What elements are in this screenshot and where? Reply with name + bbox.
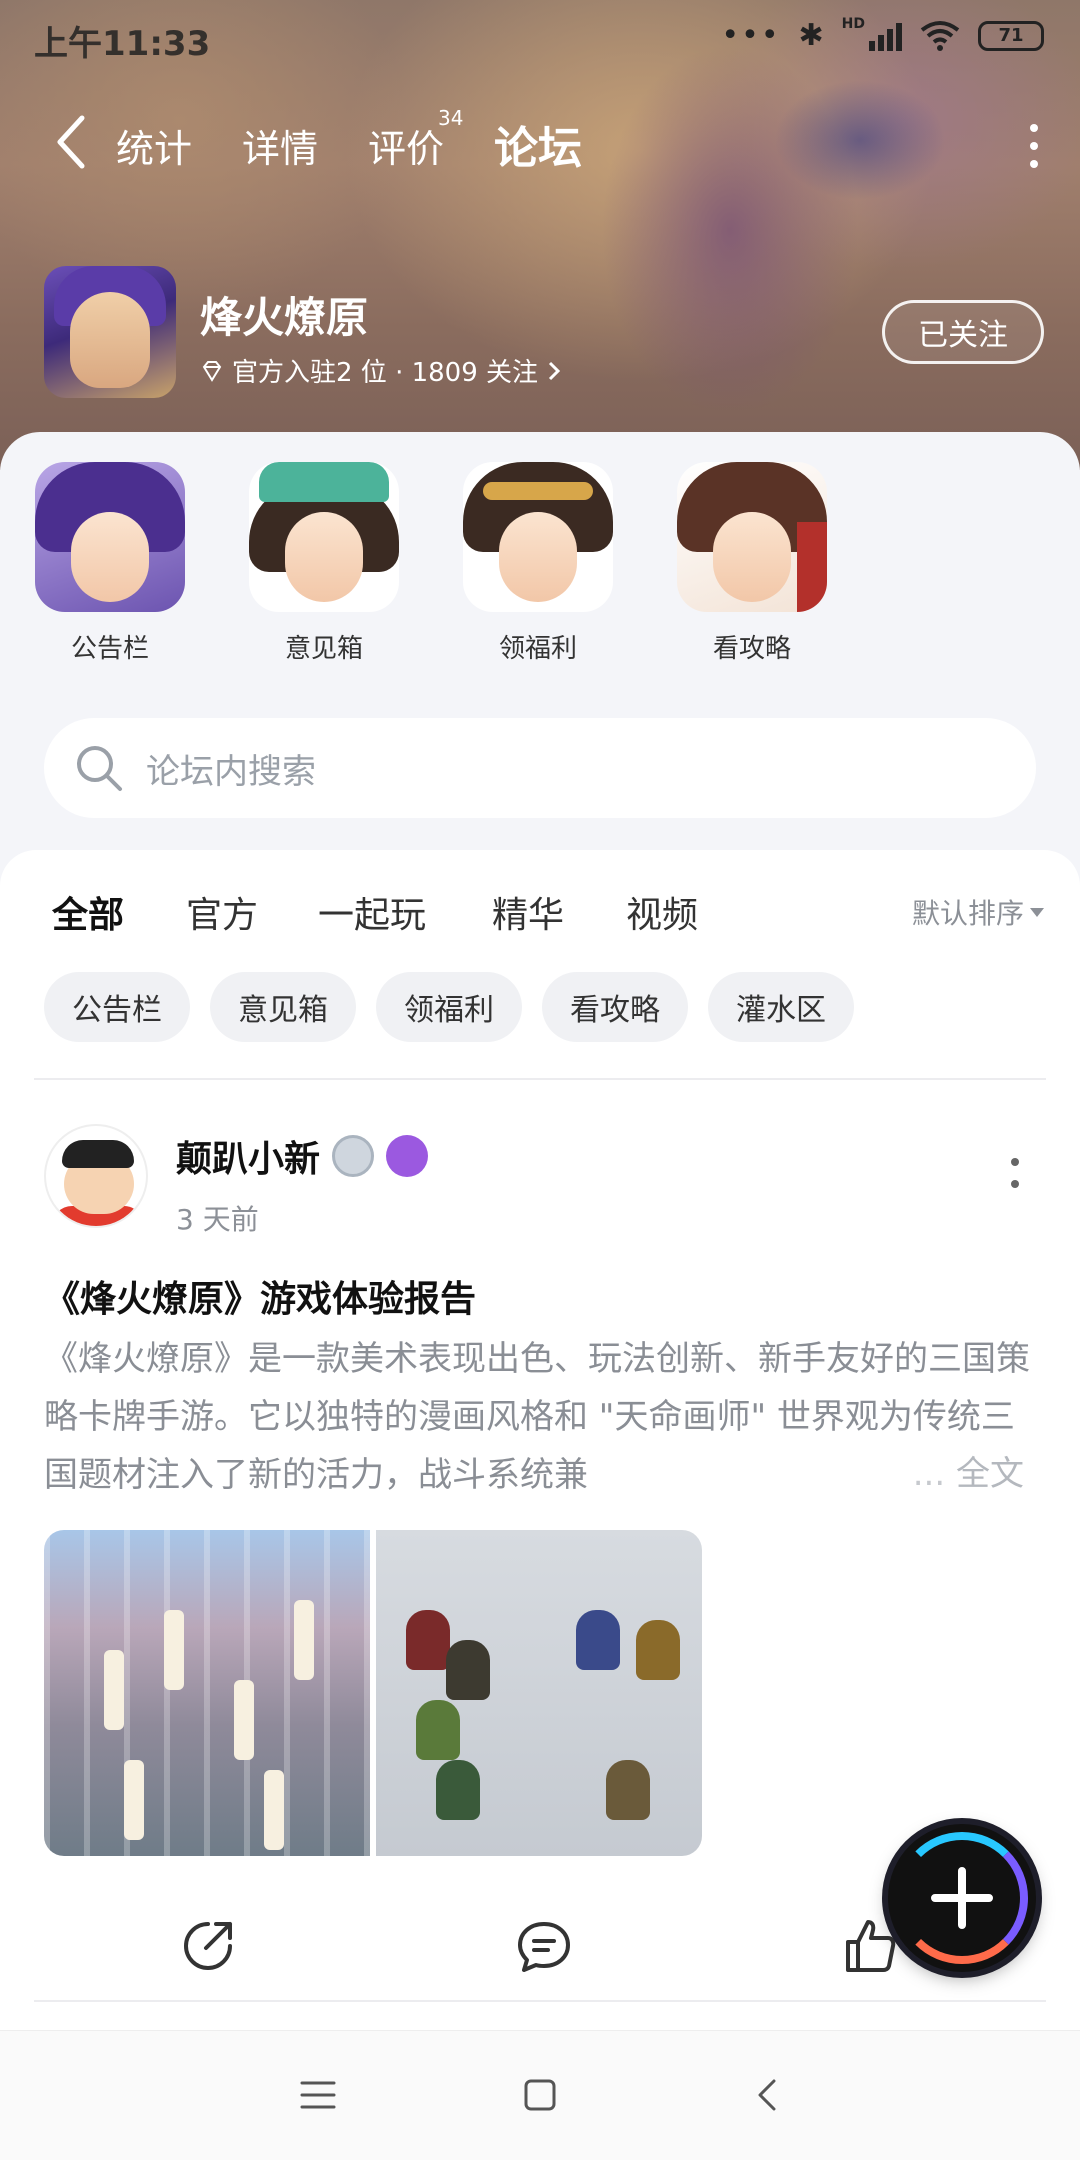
feed-tab-label: 全部 <box>52 895 125 936</box>
ellipsis: ... <box>912 1454 946 1494</box>
diamond-icon <box>202 360 222 382</box>
post-time: 3 天前 <box>176 1203 259 1236</box>
search-placeholder: 论坛内搜索 <box>146 751 316 792</box>
back-arrow-icon[interactable] <box>48 112 98 172</box>
top-nav: 统计 详情 评价 34 论坛 <box>0 100 1080 190</box>
header-banner: 上午11:33 ••• ✱ HD 71 统计 详情 评价 34 论坛 烽火燎原 … <box>0 0 1080 470</box>
game-icon[interactable] <box>44 266 176 398</box>
gamer-badge-icon <box>386 1135 429 1177</box>
quick-link-label: 公告栏 <box>70 634 149 664</box>
status-bar: 上午11:33 ••• ✱ HD 71 <box>0 0 1080 76</box>
back-icon[interactable] <box>748 2075 788 2115</box>
announcements-avatar <box>35 462 185 612</box>
status-icons: ••• ✱ HD 71 <box>721 15 1044 53</box>
chip-announcements[interactable]: 公告栏 <box>44 972 190 1042</box>
post-image-city[interactable] <box>44 1530 370 1856</box>
bluetooth-icon: ✱ <box>798 18 824 53</box>
create-post-button[interactable] <box>888 1824 1036 1972</box>
quick-link-feedback[interactable]: 意见箱 <box>244 462 404 665</box>
chip-rewards[interactable]: 领福利 <box>376 972 522 1042</box>
game-info: 烽火燎原 官方入驻2 位 · 1809 关注 已关注 <box>44 266 1044 400</box>
quick-link-label: 领福利 <box>498 634 577 664</box>
plus-icon <box>931 1867 993 1929</box>
battery-icon: 71 <box>978 20 1044 51</box>
quick-link-rewards[interactable]: 领福利 <box>458 462 618 665</box>
like-button[interactable] <box>840 1916 900 1976</box>
more-notifications-icon: ••• <box>721 18 781 53</box>
wifi-icon <box>920 20 960 51</box>
reviews-count-badge: 34 <box>438 106 464 130</box>
menu-icon[interactable] <box>298 2075 338 2115</box>
feedback-avatar <box>249 462 399 612</box>
feed-tab-all[interactable]: 全部 <box>52 886 125 946</box>
feed-tab-video[interactable]: 视频 <box>626 886 698 938</box>
tab-statistics[interactable]: 统计 <box>116 118 192 173</box>
feed-tabs: 全部 官方 一起玩 精华 视频 默认排序 <box>0 886 1080 956</box>
thumbs-up-icon <box>846 1920 896 1972</box>
post-more-icon[interactable] <box>1010 1158 1020 1188</box>
share-button[interactable] <box>178 1916 238 1976</box>
quick-link-guides[interactable]: 看攻略 <box>672 462 832 665</box>
more-options-icon[interactable] <box>1028 124 1040 168</box>
search-icon <box>77 746 122 791</box>
follow-button[interactable]: 已关注 <box>882 300 1044 364</box>
sort-label: 默认排序 <box>911 897 1024 930</box>
divider <box>34 2000 1046 2002</box>
post-title[interactable]: 《烽火燎原》游戏体验报告 <box>44 1270 476 1322</box>
read-full-link[interactable]: ... 全文 <box>906 1446 1024 1495</box>
forum-content: 公告栏 意见箱 领福利 看攻略 论坛内搜索 全部 官方 一起玩 精华 视频 默认… <box>0 432 1080 2150</box>
game-stats-text: 官方入驻2 位 · 1809 关注 <box>232 358 539 388</box>
post-excerpt[interactable]: 《烽火燎原》是一款美术表现出色、玩法创新、新手友好的三国策略卡牌手游。它以独特的… <box>44 1330 1036 1504</box>
caret-down-icon <box>1030 907 1044 917</box>
game-stats-link[interactable]: 官方入驻2 位 · 1809 关注 <box>200 352 562 389</box>
chip-chat[interactable]: 灌水区 <box>708 972 854 1042</box>
sort-dropdown[interactable]: 默认排序 <box>912 892 1044 932</box>
chip-feedback[interactable]: 意见箱 <box>210 972 356 1042</box>
quick-links: 公告栏 意见箱 领福利 看攻略 <box>0 462 1080 672</box>
feed-tab-play-together[interactable]: 一起玩 <box>318 886 426 938</box>
read-full-label: 全文 <box>956 1454 1024 1494</box>
chip-guides[interactable]: 看攻略 <box>542 972 688 1042</box>
divider <box>34 1078 1046 1080</box>
author-name: 颠趴小新 <box>176 1139 321 1180</box>
status-time: 上午11:33 <box>34 24 211 64</box>
tab-details[interactable]: 详情 <box>242 118 318 173</box>
quick-link-label: 看攻略 <box>712 634 791 664</box>
comment-icon <box>518 1922 570 1972</box>
tab-reviews[interactable]: 评价 <box>368 118 444 173</box>
guides-avatar <box>677 462 827 612</box>
tab-forum-label: 论坛 <box>494 123 582 174</box>
system-nav-bar <box>0 2030 1080 2160</box>
post-images <box>44 1530 702 1856</box>
quick-link-label: 意见箱 <box>284 634 363 664</box>
signal-icon <box>869 21 902 51</box>
feed-tab-featured[interactable]: 精华 <box>492 886 564 938</box>
home-icon[interactable] <box>520 2075 560 2115</box>
hd-label: HD <box>841 15 865 32</box>
level-badge-icon <box>332 1135 375 1177</box>
share-icon <box>184 1922 232 1970</box>
post-image-battle[interactable] <box>376 1530 702 1856</box>
category-chips: 公告栏 意见箱 领福利 看攻略 灌水区 <box>44 972 854 1042</box>
quick-link-announcements[interactable]: 公告栏 <box>30 462 190 665</box>
avatar[interactable] <box>44 1124 148 1228</box>
post-author[interactable]: 颠趴小新 <box>176 1130 429 1182</box>
rewards-avatar <box>463 462 613 612</box>
forum-search[interactable]: 论坛内搜索 <box>44 718 1036 818</box>
game-name: 烽火燎原 <box>200 293 369 342</box>
tab-forum[interactable]: 论坛 <box>494 112 582 178</box>
chevron-right-icon <box>548 361 561 380</box>
comment-button[interactable] <box>514 1916 574 1976</box>
feed-tab-official[interactable]: 官方 <box>186 886 258 938</box>
